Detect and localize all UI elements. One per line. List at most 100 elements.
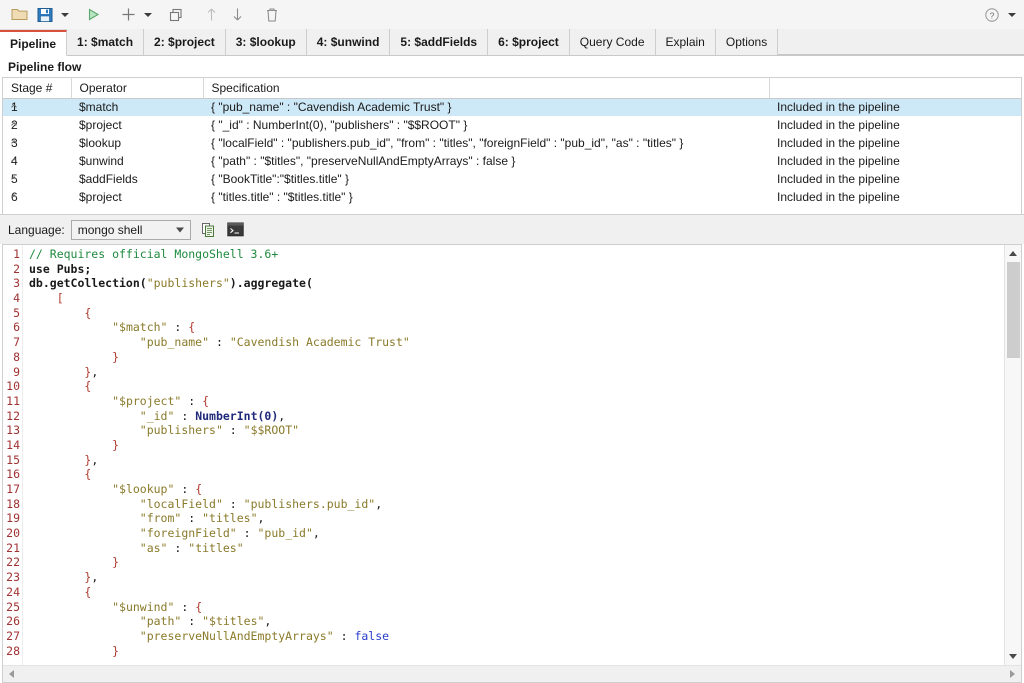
operator-cell: $match	[71, 98, 203, 116]
code-line[interactable]: {	[29, 585, 1004, 600]
code-token: ).aggregate(	[230, 276, 313, 290]
code-line[interactable]: "$unwind" : {	[29, 600, 1004, 615]
specification-cell: { "_id" : NumberInt(0), "publishers" : "…	[203, 116, 769, 134]
tab-pipeline[interactable]: Pipeline	[0, 30, 67, 56]
table-row[interactable]: 2$project{ "_id" : NumberInt(0), "publis…	[3, 116, 1021, 134]
table-row[interactable]: 1$match{ "pub_name" : "Cavendish Academi…	[3, 98, 1021, 116]
code-line[interactable]: }	[29, 644, 1004, 659]
code-line[interactable]: "from" : "titles",	[29, 511, 1004, 526]
status-cell: Included in the pipeline	[769, 170, 1021, 188]
code-line[interactable]: "$project" : {	[29, 394, 1004, 409]
add-stage-dropdown-button[interactable]	[141, 3, 154, 27]
code-line[interactable]: {	[29, 306, 1004, 321]
code-token: }	[29, 350, 119, 364]
code-line[interactable]: [	[29, 291, 1004, 306]
copy-code-button[interactable]	[197, 219, 219, 241]
code-line[interactable]: },	[29, 453, 1004, 468]
code-line[interactable]: },	[29, 365, 1004, 380]
scroll-right-button[interactable]	[1004, 666, 1021, 683]
column-header-specification[interactable]: Specification	[203, 78, 769, 98]
tab-1-match[interactable]: 1: $match	[67, 29, 144, 55]
code-line[interactable]: "path" : "$titles",	[29, 614, 1004, 629]
tab-5-addfields[interactable]: 5: $addFields	[390, 29, 488, 55]
language-select[interactable]: mongo shell	[71, 220, 191, 240]
code-line[interactable]: }	[29, 555, 1004, 570]
vertical-scroll-track[interactable]	[1005, 262, 1022, 648]
chevron-right-icon	[1010, 670, 1015, 678]
code-token: {	[29, 379, 91, 393]
code-token: :	[174, 482, 195, 496]
delete-stage-button[interactable]	[259, 3, 285, 27]
horizontal-scrollbar[interactable]	[3, 665, 1021, 682]
help-dropdown-button[interactable]	[1005, 3, 1018, 27]
duplicate-stage-button[interactable]	[163, 3, 189, 27]
line-number: 18	[3, 497, 22, 512]
help-button[interactable]: ?	[979, 3, 1005, 27]
code-line[interactable]: },	[29, 570, 1004, 585]
stage-number-cell[interactable]: 1	[3, 98, 71, 116]
code-line[interactable]: {	[29, 467, 1004, 482]
move-stage-up-button[interactable]	[198, 3, 224, 27]
save-button[interactable]	[32, 3, 58, 27]
table-row[interactable]: 3$lookup{ "localField" : "publishers.pub…	[3, 134, 1021, 152]
code-line[interactable]: "preserveNullAndEmptyArrays" : false	[29, 629, 1004, 644]
column-header-stage[interactable]: Stage #	[3, 78, 71, 98]
code-line[interactable]: // Requires official MongoShell 3.6+	[29, 247, 1004, 262]
tab-options[interactable]: Options	[716, 29, 778, 55]
stage-number-cell[interactable]: 6	[3, 188, 71, 206]
vertical-scroll-thumb[interactable]	[1007, 262, 1020, 358]
code-line[interactable]: use Pubs;	[29, 262, 1004, 277]
line-number: 28	[3, 644, 22, 659]
scroll-up-button[interactable]	[1005, 245, 1022, 262]
tab-4-unwind[interactable]: 4: $unwind	[307, 29, 391, 55]
table-row[interactable]: 5$addFields{ "BookTitle":"$titles.title"…	[3, 170, 1021, 188]
save-dropdown-button[interactable]	[58, 3, 71, 27]
copy-icon	[168, 7, 184, 23]
code-line[interactable]: "as" : "titles"	[29, 541, 1004, 556]
code-line[interactable]: "pub_name" : "Cavendish Academic Trust"	[29, 335, 1004, 350]
stage-number-cell[interactable]: 3	[3, 134, 71, 152]
code-token: }	[29, 365, 91, 379]
code-area[interactable]: 1234567891011121314151617181920212223242…	[3, 245, 1004, 665]
stage-number-cell[interactable]: 2	[3, 116, 71, 134]
tab-2-project[interactable]: 2: $project	[144, 29, 226, 55]
question-circle-icon: ?	[984, 7, 1000, 23]
tab-query-code[interactable]: Query Code	[570, 29, 656, 55]
table-row[interactable]: 4$unwind{ "path" : "$titles", "preserveN…	[3, 152, 1021, 170]
code-line[interactable]: }	[29, 350, 1004, 365]
code-line[interactable]: }	[29, 438, 1004, 453]
line-number: 4	[3, 291, 22, 306]
chevron-down-icon	[1009, 654, 1017, 659]
code-token: "Cavendish Academic Trust"	[230, 335, 410, 349]
tab-explain[interactable]: Explain	[656, 29, 716, 55]
code-line[interactable]: "foreignField" : "pub_id",	[29, 526, 1004, 541]
vertical-scrollbar[interactable]	[1004, 245, 1021, 665]
code-line[interactable]: "publishers" : "$$ROOT"	[29, 423, 1004, 438]
code-line[interactable]: "_id" : NumberInt(0),	[29, 409, 1004, 424]
code-line[interactable]: db.getCollection("publishers").aggregate…	[29, 276, 1004, 291]
table-row[interactable]: 6$project{ "titles.title" : "$titles.tit…	[3, 188, 1021, 206]
operator-cell: $lookup	[71, 134, 203, 152]
run-button[interactable]	[80, 3, 106, 27]
code-line[interactable]: "$lookup" : {	[29, 482, 1004, 497]
stage-number-cell[interactable]: 4	[3, 152, 71, 170]
tab-3-lookup[interactable]: 3: $lookup	[226, 29, 307, 55]
column-header-operator[interactable]: Operator	[71, 78, 203, 98]
stage-number-cell[interactable]: 5	[3, 170, 71, 188]
scroll-down-button[interactable]	[1005, 648, 1022, 665]
line-number: 13	[3, 423, 22, 438]
scroll-left-button[interactable]	[3, 666, 20, 683]
code-editor[interactable]: 1234567891011121314151617181920212223242…	[2, 244, 1022, 683]
code-line[interactable]: "localField" : "publishers.pub_id",	[29, 497, 1004, 512]
open-button[interactable]	[6, 3, 32, 27]
code-line[interactable]: "$match" : {	[29, 320, 1004, 335]
column-header-status[interactable]	[769, 78, 1021, 98]
code-token	[29, 497, 140, 511]
tab-6-project[interactable]: 6: $project	[488, 29, 570, 55]
code-line[interactable]: {	[29, 379, 1004, 394]
move-stage-down-button[interactable]	[224, 3, 250, 27]
tab-label: 6: $project	[498, 35, 559, 49]
add-stage-button[interactable]	[115, 3, 141, 27]
open-in-shell-button[interactable]	[225, 219, 247, 241]
code-content[interactable]: // Requires official MongoShell 3.6+use …	[23, 245, 1004, 665]
